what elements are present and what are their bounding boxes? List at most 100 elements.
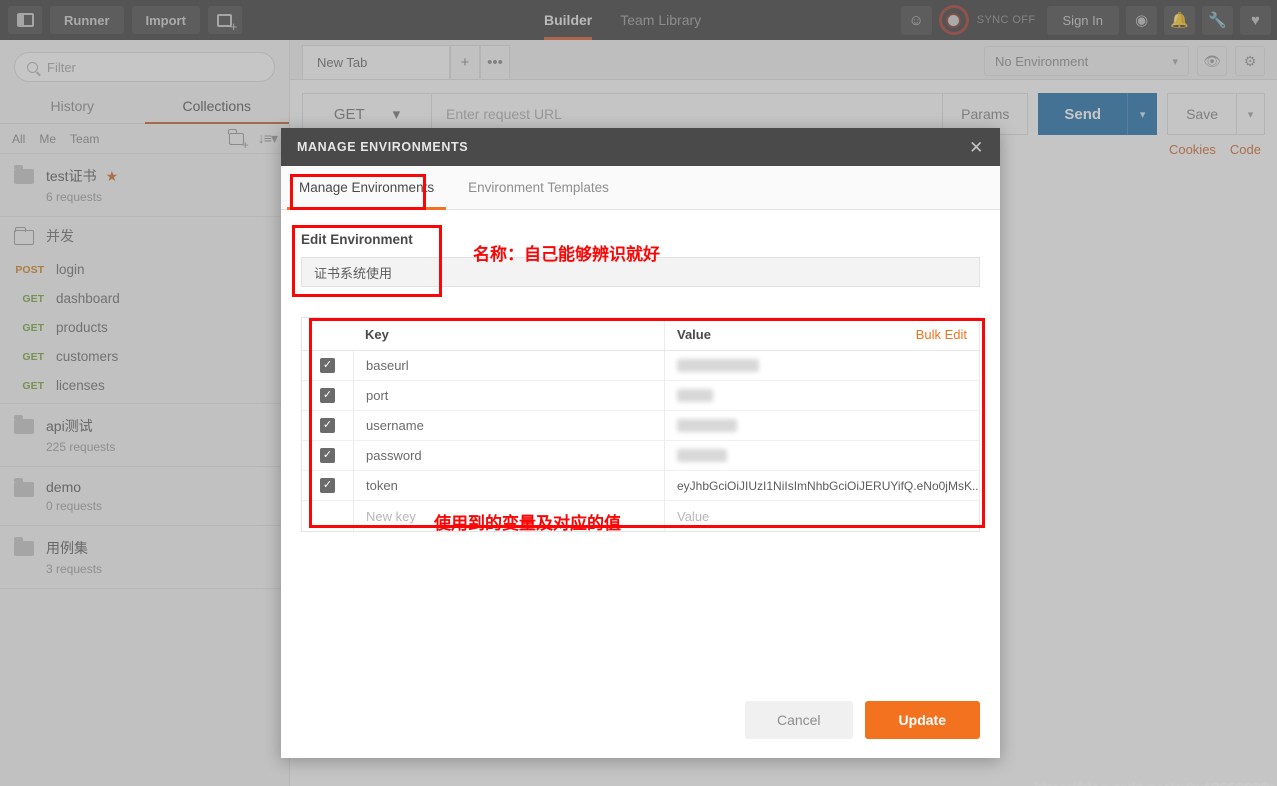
scope-all[interactable]: All xyxy=(12,132,25,146)
masked-value xyxy=(677,419,737,432)
request-row[interactable]: GET products xyxy=(0,313,289,342)
update-button[interactable]: Update xyxy=(864,701,980,739)
row-checkbox[interactable]: ✓ xyxy=(302,418,353,433)
table-row[interactable]: ✓ baseurl xyxy=(302,351,979,381)
gear-icon[interactable]: ⚙ xyxy=(1235,46,1265,76)
method-badge: GET xyxy=(22,292,44,305)
collection-item[interactable]: 用例集 3 requests xyxy=(0,526,289,589)
environment-name-input[interactable]: 证书系统使用 xyxy=(301,257,980,287)
variable-key[interactable]: baseurl xyxy=(353,351,664,380)
collection-title: test证书 xyxy=(46,168,97,184)
scope-me[interactable]: Me xyxy=(39,132,56,146)
table-row[interactable]: ✓ username xyxy=(302,411,979,441)
satellite-icon[interactable]: ☺ xyxy=(900,5,932,35)
header-value-cell: Value Bulk Edit xyxy=(664,318,979,350)
cookies-link[interactable]: Cookies xyxy=(1169,142,1216,157)
tab-environment-templates[interactable]: Environment Templates xyxy=(468,166,609,210)
token-value: eyJhbGciOiJIUzI1NiIsImNhbGciOiJERUYifQ.e… xyxy=(677,478,979,493)
sidebar-toggle-button[interactable] xyxy=(8,6,42,34)
sync-label: SYNC OFF xyxy=(976,14,1036,26)
send-button[interactable]: Send xyxy=(1038,93,1128,135)
table-row[interactable]: ✓ token eyJhbGciOiJIUzI1NiIsImNhbGciOiJE… xyxy=(302,471,979,501)
variable-key[interactable]: username xyxy=(353,411,664,440)
sidebar-tab-collections[interactable]: Collections xyxy=(144,90,290,124)
search-input[interactable]: Filter xyxy=(14,52,275,82)
checkbox-checked-icon: ✓ xyxy=(320,388,335,403)
header-key: Key xyxy=(365,326,389,342)
collection-title: demo xyxy=(46,479,82,495)
variable-key[interactable]: password xyxy=(353,441,664,470)
new-folder-icon[interactable] xyxy=(228,128,249,152)
save-button[interactable]: Save xyxy=(1167,93,1237,135)
request-name: dashboard xyxy=(56,291,120,306)
search-placeholder: Filter xyxy=(47,59,76,75)
scope-team[interactable]: Team xyxy=(70,132,99,146)
environment-select[interactable]: No Environment ▾ xyxy=(984,46,1189,76)
collection-item[interactable]: api测试 225 requests xyxy=(0,404,289,467)
row-checkbox[interactable]: ✓ xyxy=(302,448,353,463)
variable-value[interactable] xyxy=(664,411,979,440)
modal-footer: Cancel Update xyxy=(281,682,1000,758)
row-checkbox[interactable]: ✓ xyxy=(302,478,353,493)
request-row[interactable]: GET customers xyxy=(0,342,289,371)
bulk-edit-button[interactable]: Bulk Edit xyxy=(916,327,979,342)
request-name: products xyxy=(56,320,108,335)
variable-key[interactable]: port xyxy=(353,381,664,410)
send-options-button[interactable]: ▾ xyxy=(1127,93,1158,135)
masked-value xyxy=(677,449,727,462)
close-icon[interactable]: ✕ xyxy=(969,139,984,156)
new-value-input[interactable]: Value xyxy=(664,501,979,531)
new-key-input[interactable]: New key xyxy=(353,501,664,531)
tab-builder[interactable]: Builder xyxy=(544,0,593,40)
new-window-button[interactable] xyxy=(207,6,242,34)
method-badge: POST xyxy=(15,263,44,276)
sidebar-tab-history[interactable]: History xyxy=(0,90,145,123)
tab-manage-environments[interactable]: Manage Environments xyxy=(286,166,447,210)
request-tab[interactable]: New Tab xyxy=(302,45,450,79)
collection-subtitle: 225 requests xyxy=(46,440,116,454)
table-new-row[interactable]: New key Value xyxy=(302,501,979,531)
folder-row[interactable]: 并发 xyxy=(0,217,289,255)
sync-status[interactable]: SYNC OFF xyxy=(938,5,1036,35)
method-badge: GET xyxy=(22,321,44,334)
eye-icon[interactable]: 👁 xyxy=(1197,46,1227,76)
sign-in-button[interactable]: Sign In xyxy=(1046,5,1119,35)
globe-icon[interactable]: ◉ xyxy=(1126,5,1157,35)
table-row[interactable]: ✓ password xyxy=(302,441,979,471)
add-tab-button[interactable]: + xyxy=(450,45,480,79)
sort-icon[interactable]: ↓≡▾ xyxy=(258,130,278,147)
table-row[interactable]: ✓ port xyxy=(302,381,979,411)
collection-subtitle: 3 requests xyxy=(46,562,103,576)
import-button[interactable]: Import xyxy=(131,6,200,34)
request-row[interactable]: POST login xyxy=(0,255,289,284)
bell-icon[interactable]: 🔔 xyxy=(1164,5,1195,35)
sync-icon xyxy=(938,5,969,35)
star-icon[interactable]: ★ xyxy=(106,168,119,185)
wrench-icon[interactable]: 🔧 xyxy=(1202,5,1233,35)
request-name: licenses xyxy=(56,378,105,393)
request-row[interactable]: GET dashboard xyxy=(0,284,289,313)
request-name: customers xyxy=(56,349,119,364)
variable-value[interactable] xyxy=(664,441,979,470)
row-checkbox[interactable]: ✓ xyxy=(302,388,353,403)
checkbox-checked-icon: ✓ xyxy=(320,478,335,493)
collection-item[interactable]: demo 0 requests xyxy=(0,467,289,526)
watermark-line-b: https://blog.csdn.net/m0_48662829 xyxy=(1041,781,1275,786)
cancel-button[interactable]: Cancel xyxy=(744,701,853,739)
collection-item[interactable]: test证书 ★ 6 requests xyxy=(0,154,289,217)
variable-value[interactable]: eyJhbGciOiJIUzI1NiIsImNhbGciOiJERUYifQ.e… xyxy=(664,471,979,500)
tab-team-library[interactable]: Team Library xyxy=(620,0,701,40)
runner-button[interactable]: Runner xyxy=(50,6,124,34)
heart-icon[interactable]: ♥ xyxy=(1240,5,1271,35)
folder-icon xyxy=(14,537,34,556)
save-options-button[interactable]: ▾ xyxy=(1237,93,1265,135)
row-checkbox[interactable]: ✓ xyxy=(302,358,353,373)
request-row[interactable]: GET licenses xyxy=(0,371,289,404)
variable-value[interactable] xyxy=(664,381,979,410)
code-link[interactable]: Code xyxy=(1230,142,1261,157)
environment-bar: No Environment ▾ 👁 ⚙ xyxy=(984,46,1265,76)
variable-key[interactable]: token xyxy=(353,471,664,500)
folder-icon xyxy=(14,478,34,497)
variable-value[interactable] xyxy=(664,351,979,380)
tab-menu-button[interactable]: ••• xyxy=(480,45,510,79)
